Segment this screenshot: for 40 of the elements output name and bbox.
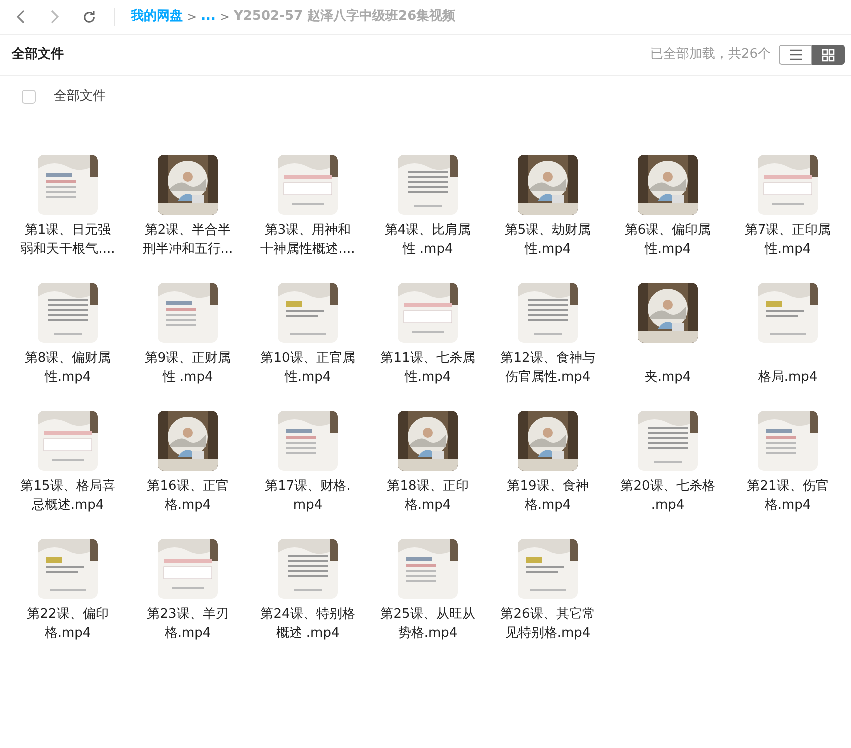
file-name[interactable]: 格局.mp4 [736, 368, 840, 387]
status-text: 已全部加载，共26个 [650, 46, 771, 64]
file-name[interactable]: 第23课、羊刃 格.mp4 [136, 605, 240, 643]
folder-title: Y2502-57 赵泽八字中级班26集视频 [234, 8, 456, 26]
file-name[interactable]: 第11课、七杀属 性.mp4 [376, 349, 480, 387]
file-name[interactable]: 第17课、财格. mp4 [256, 477, 360, 515]
file-name[interactable]: 第2课、半合半 刑半冲和五行... [136, 221, 240, 259]
file-name[interactable]: 第26课、其它常 见特别格.mp4 [496, 605, 600, 643]
file-name[interactable]: 第3课、用神和 十神属性概述.... [256, 221, 360, 259]
file-name[interactable]: 第15课、格局喜 忌概述.mp4 [16, 477, 120, 515]
breadcrumb-separator: > [220, 9, 230, 26]
list-view-button[interactable] [779, 45, 812, 65]
file-name[interactable]: 夹.mp4 [616, 368, 720, 387]
grid-view-button[interactable] [812, 45, 845, 65]
file-name[interactable]: 第9课、正财属 性 .mp4 [136, 349, 240, 387]
file-name[interactable]: 第8课、偏财属 性.mp4 [16, 349, 120, 387]
file-name[interactable]: 第25课、从旺从 势格.mp4 [376, 605, 480, 643]
file-name[interactable]: 第19课、食神 格.mp4 [496, 477, 600, 515]
file-name[interactable]: 第20课、七杀格 .mp4 [616, 477, 720, 515]
breadcrumb-separator: > [187, 9, 198, 26]
file-name[interactable]: 第21课、伤官 格.mp4 [736, 477, 840, 515]
refresh-icon [82, 10, 96, 24]
file-name[interactable]: 第6课、偏印属 性.mp4 [616, 221, 720, 259]
file-name[interactable]: 第5课、劫财属 性.mp4 [496, 221, 600, 259]
grid-icon [822, 48, 835, 62]
chevron-right-icon [50, 10, 60, 24]
chevron-left-icon [16, 10, 26, 24]
file-name[interactable]: 第10课、正官属 性.mp4 [256, 349, 360, 387]
file-name[interactable]: 第12课、食神与 伤官属性.mp4 [496, 349, 600, 387]
file-name[interactable]: 第4课、比肩属 性 .mp4 [376, 221, 480, 259]
file-name[interactable]: 第16课、正官 格.mp4 [136, 477, 240, 515]
file-name[interactable]: 第24课、特别格 概述 .mp4 [256, 605, 360, 643]
section-title: 全部文件 [12, 46, 64, 64]
select-all-checkbox[interactable] [22, 90, 36, 104]
select-all-label: 全部文件 [54, 88, 106, 106]
list-icon [788, 49, 802, 61]
file-name[interactable]: 第18课、正印 格.mp4 [376, 477, 480, 515]
file-name[interactable]: 第22课、偏印 格.mp4 [16, 605, 120, 643]
file-name[interactable]: 第1课、日元强 弱和天干根气.... [16, 221, 120, 259]
file-name[interactable]: 第7课、正印属 性.mp4 [736, 221, 840, 259]
